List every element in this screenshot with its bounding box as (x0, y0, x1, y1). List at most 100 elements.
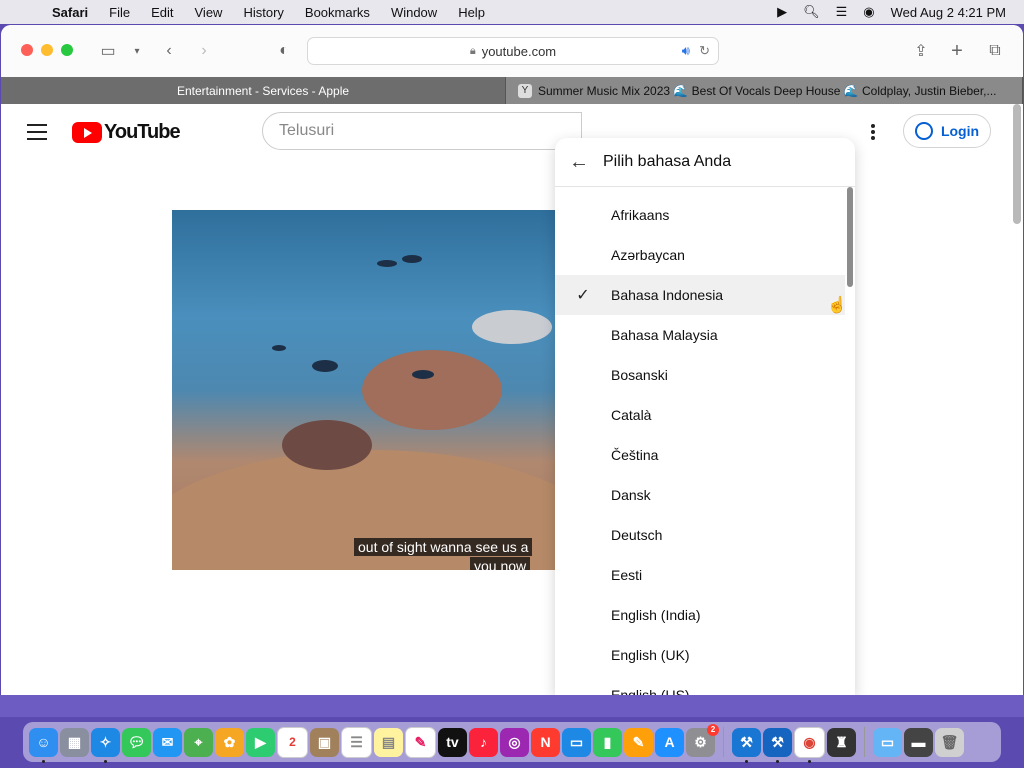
language-item[interactable]: Azərbaycan (555, 235, 855, 275)
tab-bar: Entertainment - Services - Apple Y Summe… (1, 77, 1023, 104)
language-item[interactable]: Deutsch (555, 515, 855, 555)
language-item[interactable]: Bahasa Malaysia (555, 315, 855, 355)
language-item[interactable]: Eesti (555, 555, 855, 595)
youtube-logo-text: YouTube (104, 121, 181, 143)
video-frame-fish (412, 370, 434, 379)
language-item[interactable]: Català (555, 395, 855, 435)
language-item[interactable]: Čeština (555, 435, 855, 475)
numbers-icon[interactable]: ▮ (593, 727, 622, 757)
downloads-folder-icon[interactable]: ▭ (873, 727, 902, 757)
siri-icon[interactable]: ◉ (863, 4, 874, 20)
launchpad-icon[interactable]: ▦ (60, 727, 89, 757)
notes-icon[interactable]: ▤ (374, 727, 403, 757)
maps-icon[interactable]: ⌖ (184, 727, 213, 757)
new-tab-icon[interactable]: + (945, 39, 969, 63)
video-caption-line-1: out of sight wanna see us a (354, 538, 533, 556)
chrome-icon[interactable]: ◉ (794, 726, 825, 763)
youtube-page: YouTube Telusuri Login out of sight wann… (1, 104, 1023, 695)
trash-icon[interactable]: 🗑︎ (935, 727, 964, 757)
minimize-window-button[interactable] (41, 44, 53, 56)
login-button[interactable]: Login (903, 114, 991, 148)
language-item-selected[interactable]: ✓ Bahasa Indonesia (555, 275, 845, 315)
app-store-icon[interactable]: A (655, 727, 684, 757)
menu-app-name[interactable]: Safari (52, 5, 88, 20)
keynote-icon[interactable]: ▭ (562, 727, 591, 757)
freeform-icon[interactable]: ✎ (405, 726, 436, 758)
reload-icon[interactable]: ↻ (699, 43, 710, 59)
pages-icon[interactable]: ✎ (624, 727, 653, 757)
privacy-shield-icon[interactable]: ◐ (272, 39, 296, 63)
tab-apple-entertainment[interactable]: Entertainment - Services - Apple (1, 77, 506, 104)
menu-history[interactable]: History (243, 5, 283, 20)
tab-group-chevron-icon[interactable]: ▾ (125, 39, 149, 63)
dock-separator (723, 727, 724, 757)
language-item[interactable]: Dansk (555, 475, 855, 515)
tab-youtube-summer-mix[interactable]: Y Summer Music Mix 2023 🌊 Best Of Vocals… (506, 77, 1023, 104)
video-player[interactable]: out of sight wanna see us a you now (172, 210, 555, 570)
language-item[interactable]: Afrikaans (555, 195, 855, 235)
page-scrollbar[interactable] (1013, 104, 1021, 224)
messages-icon[interactable]: 💬︎ (122, 727, 151, 757)
lock-icon: 🔒︎ (469, 44, 476, 57)
close-window-button[interactable] (21, 44, 33, 56)
instruments-icon[interactable]: ♜ (827, 727, 856, 757)
menu-bookmarks[interactable]: Bookmarks (305, 5, 370, 20)
calendar-icon[interactable]: 2 (277, 726, 308, 758)
podcasts-icon[interactable]: ◎ (500, 727, 529, 757)
language-list: Afrikaans Azərbaycan ✓ Bahasa Indonesia B… (555, 187, 855, 695)
developer-tool-icon[interactable]: ⚒ (763, 727, 792, 763)
address-bar[interactable]: 🔒︎ youtube.com 🔊︎ ↻ (307, 37, 719, 65)
menu-help[interactable]: Help (458, 5, 485, 20)
search-input[interactable]: Telusuri (262, 112, 582, 150)
checkmark-icon: ✓ (576, 287, 590, 304)
back-arrow-icon[interactable]: ← (569, 151, 593, 174)
music-icon[interactable]: ♪ (469, 727, 498, 757)
facetime-icon[interactable]: ▶ (246, 727, 275, 757)
tab-overview-icon[interactable]: ⧉ (983, 39, 1007, 63)
tab-audio-icon[interactable]: 🔊︎ (682, 43, 690, 59)
video-frame-fish (402, 255, 422, 263)
video-caption-line-2: you now (470, 557, 531, 570)
menu-file[interactable]: File (109, 5, 130, 20)
desktop-background (0, 695, 1024, 717)
menu-clock[interactable]: Wed Aug 2 4:21 PM (891, 5, 1006, 20)
video-frame-coral-top (362, 350, 502, 430)
control-center-icon[interactable]: ☰ (836, 4, 848, 20)
xcode-icon[interactable]: ⚒ (732, 727, 761, 763)
news-icon[interactable]: N (531, 727, 560, 757)
menu-edit[interactable]: Edit (151, 5, 173, 20)
finder-icon[interactable]: ☺ (29, 727, 58, 763)
language-item[interactable]: Bosanski (555, 355, 855, 395)
language-item[interactable]: English (India) (555, 595, 855, 635)
photos-icon[interactable]: ✿ (215, 727, 244, 757)
contacts-icon[interactable]: ▣ (310, 727, 339, 757)
zoom-window-button[interactable] (61, 44, 73, 56)
mail-icon[interactable]: ✉ (153, 727, 182, 757)
safari-icon[interactable]: ✧ (91, 727, 120, 763)
dock: ☺ ▦ ✧ 💬︎ ✉ ⌖ ✿ ▶ 2 ▣ ☰ ▤ ✎ tv ♪ ◎ N ▭ ▮ … (23, 722, 1001, 763)
menu-bar: Safari File Edit View History Bookmarks … (0, 0, 1024, 24)
spotlight-search-icon[interactable]: 🔍︎ (803, 4, 820, 20)
more-options-icon[interactable] (871, 124, 875, 142)
notification-badge: 2 (707, 723, 719, 736)
language-item[interactable]: English (UK) (555, 635, 855, 675)
now-playing-icon[interactable]: ▶ (777, 4, 787, 20)
language-item[interactable]: English (US) (555, 675, 855, 695)
system-settings-icon[interactable]: ⚙ 2 (686, 723, 719, 757)
menu-window[interactable]: Window (391, 5, 437, 20)
language-panel-header: ← Pilih bahasa Anda (555, 138, 855, 187)
reminders-icon[interactable]: ☰ (341, 726, 372, 758)
hand-pointer-cursor-icon: ☝ (827, 297, 847, 314)
youtube-favicon-icon: Y (518, 83, 532, 98)
window-stack-icon[interactable]: ▬ (904, 727, 933, 757)
search-placeholder: Telusuri (279, 122, 335, 139)
menu-view[interactable]: View (195, 5, 223, 20)
apple-tv-icon[interactable]: tv (438, 727, 467, 757)
forward-button-icon[interactable]: › (192, 39, 216, 63)
youtube-logo[interactable]: YouTube (72, 121, 181, 144)
sidebar-toggle-icon[interactable]: ▭ (96, 39, 120, 63)
share-icon[interactable]: ⇪ (909, 39, 933, 63)
video-frame-big-fish (472, 310, 552, 344)
hamburger-menu-icon[interactable] (27, 124, 47, 140)
back-button-icon[interactable]: ‹ (157, 39, 181, 63)
